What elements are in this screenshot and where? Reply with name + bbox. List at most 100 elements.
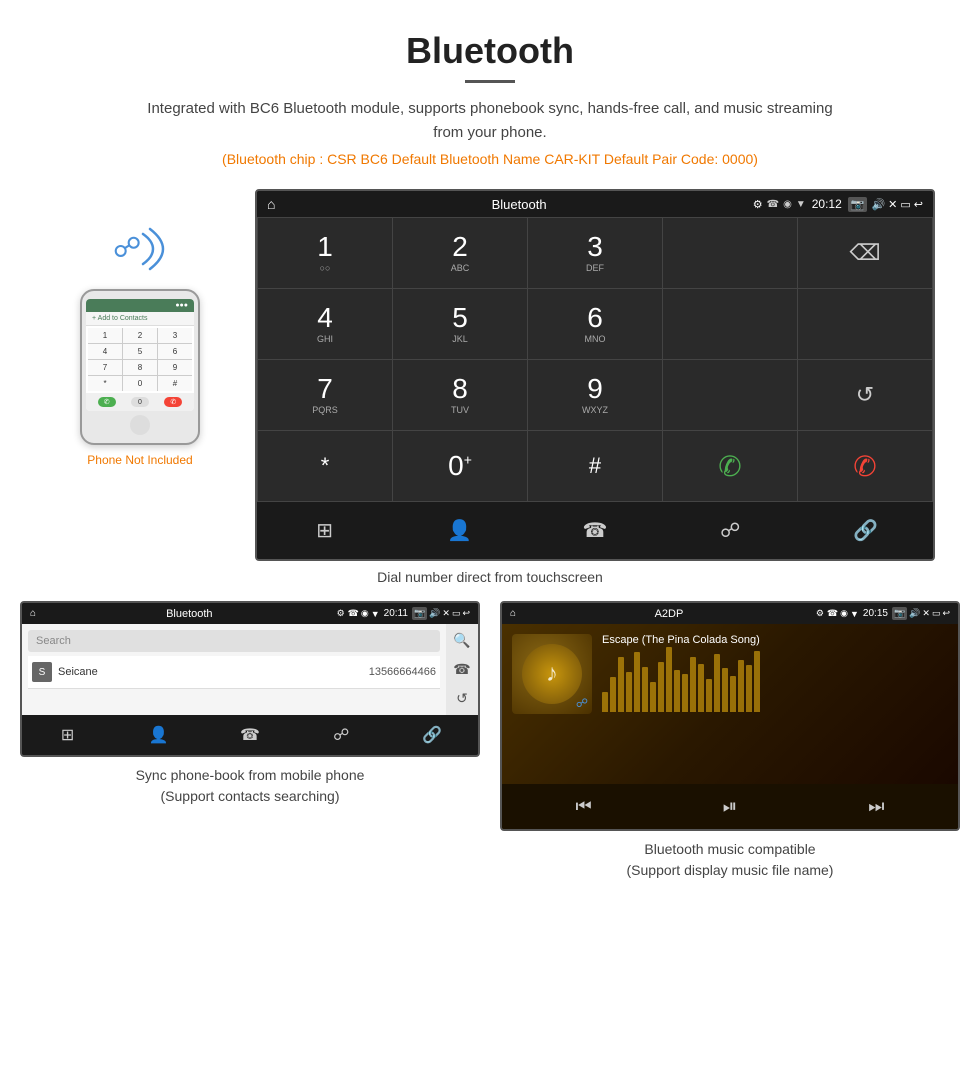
phone-key: 7	[88, 360, 122, 375]
music-prev-button[interactable]: ⏮	[564, 792, 604, 821]
dial-bottom-bar: ⊞ 👤 ☎ ☍ 🔗	[257, 502, 933, 559]
dial-key-empty-2	[663, 289, 797, 359]
dial-key-star[interactable]: *	[258, 431, 392, 501]
dial-key-9[interactable]: 9 WXYZ	[528, 360, 662, 430]
pb-cam-icon[interactable]: 📷	[412, 607, 427, 620]
link-icon[interactable]: 🔗	[798, 510, 933, 551]
main-content: ☍ ●●● + Add to Contacts 1 2 3 4 5 6 7 8	[0, 189, 980, 561]
phonebook-caption: Sync phone-book from mobile phone (Suppo…	[136, 765, 365, 807]
music-back-icon[interactable]: ↩	[942, 608, 950, 619]
music-wifi-icon: ▼	[850, 609, 859, 619]
pb-link-icon[interactable]: 🔗	[387, 721, 478, 749]
phone-screen: ●●● + Add to Contacts 1 2 3 4 5 6 7 8 9 …	[86, 299, 194, 411]
pb-home-icon[interactable]: ⌂	[30, 608, 36, 619]
pb-bottom-bar: ⊞ 👤 ☎ ☍ 🔗	[22, 715, 478, 755]
dial-key-4[interactable]: 4 GHI	[258, 289, 392, 359]
phone-add-contact: + Add to Contacts	[86, 312, 194, 326]
contacts-icon[interactable]: 👤	[392, 510, 527, 551]
music-app-title: A2DP	[522, 608, 816, 620]
bluetooth-specs: (Bluetooth chip : CSR BC6 Default Blueto…	[20, 151, 960, 167]
pb-time: 20:11	[384, 608, 408, 619]
gps-icon: ◉	[783, 199, 792, 210]
dial-key-delete[interactable]: ⌫	[798, 218, 932, 288]
dial-key-hash[interactable]: #	[528, 431, 662, 501]
music-next-button[interactable]: ⏭	[856, 792, 896, 821]
phone-keypad: 1 2 3 4 5 6 7 8 9 * 0 #	[88, 328, 192, 391]
eq-bar	[682, 674, 688, 712]
pb-contact-name: Seicane	[58, 666, 369, 678]
pb-grid-icon[interactable]: ⊞	[22, 721, 113, 749]
pb-wifi-icon: ▼	[371, 609, 380, 619]
eq-bar	[658, 662, 664, 712]
music-x-icon[interactable]: ✕	[922, 608, 930, 619]
reload-side-icon[interactable]: ↺	[456, 690, 468, 707]
eq-bar	[602, 692, 608, 712]
title-underline	[465, 80, 515, 83]
search-side-icon[interactable]: 🔍	[453, 632, 470, 649]
music-win-icon[interactable]: ▭	[932, 608, 941, 619]
dial-key-empty-4	[663, 360, 797, 430]
dial-key-7[interactable]: 7 PQRS	[258, 360, 392, 430]
phone-key: 2	[123, 328, 157, 343]
music-vol-icon[interactable]: 🔊	[909, 608, 920, 619]
pb-win-icon[interactable]: ▭	[452, 608, 461, 619]
pb-main-content: Search S Seicane 13566664466	[22, 624, 446, 715]
window-icon[interactable]: ▭	[900, 198, 910, 211]
music-gps-icon: ◉	[840, 608, 848, 619]
music-cam-icon[interactable]: 📷	[892, 607, 907, 620]
page-description: Integrated with BC6 Bluetooth module, su…	[140, 97, 840, 145]
dial-key-reload[interactable]: ↺	[798, 360, 932, 430]
eq-bar	[730, 676, 736, 712]
music-home-icon[interactable]: ⌂	[510, 608, 516, 619]
bluetooth-icon[interactable]: ☍	[663, 510, 798, 551]
phone-icon[interactable]: ☎	[527, 510, 662, 551]
pb-phone-icon[interactable]: ☎	[204, 721, 295, 749]
pb-side-icons: 🔍 ☎ ↺	[446, 624, 478, 715]
phone-side-icon[interactable]: ☎	[453, 661, 470, 678]
music-controls: ⏮ ⏯ ⏭	[502, 784, 958, 829]
music-bt-overlay-icon: ☍	[576, 696, 588, 710]
phone-key: 8	[123, 360, 157, 375]
camera-icon[interactable]: 📷	[848, 197, 868, 212]
music-screenshot-container: ⌂ A2DP ⚙ ☎ ◉ ▼ 20:15 📷 🔊 ✕ ▭ ↩ ♪ ☍	[500, 601, 960, 881]
back-icon[interactable]: ↩	[914, 198, 923, 211]
eq-bar	[642, 667, 648, 712]
grid-icon[interactable]: ⊞	[257, 510, 392, 551]
music-album-art: ♪ ☍	[512, 634, 592, 714]
dial-key-call-red[interactable]: ✆	[798, 431, 932, 501]
phone-key: 9	[158, 360, 192, 375]
close-icon[interactable]: ✕	[888, 198, 897, 211]
pb-contacts-icon[interactable]: 👤	[113, 721, 204, 749]
dial-key-6[interactable]: 6 MNO	[528, 289, 662, 359]
home-icon[interactable]: ⌂	[267, 196, 275, 212]
eq-bar	[746, 665, 752, 712]
dial-key-0[interactable]: 0+	[393, 431, 527, 501]
phone-key: 3	[158, 328, 192, 343]
dial-key-3[interactable]: 3 DEF	[528, 218, 662, 288]
dial-key-8[interactable]: 8 TUV	[393, 360, 527, 430]
pb-statusbar: ⌂ Bluetooth ⚙ ☎ ◉ ▼ 20:11 📷 🔊 ✕ ▭ ↩	[22, 603, 478, 624]
music-play-pause-button[interactable]: ⏯	[711, 792, 749, 821]
dial-key-5[interactable]: 5 JKL	[393, 289, 527, 359]
pb-vol-icon[interactable]: 🔊	[429, 608, 440, 619]
volume-icon[interactable]: 🔊	[871, 198, 885, 211]
dial-key-1[interactable]: 1 ○○	[258, 218, 392, 288]
music-song-title: Escape (The Pina Colada Song)	[602, 634, 948, 646]
wifi-icon: ▼	[796, 199, 806, 210]
pb-bt-bottom-icon[interactable]: ☍	[296, 721, 387, 749]
pb-usb-icon: ⚙	[337, 608, 345, 619]
pb-x-icon[interactable]: ✕	[442, 608, 450, 619]
music-note-icon: ♪	[546, 660, 558, 688]
dial-key-call-green[interactable]: ✆	[663, 431, 797, 501]
pb-title: Bluetooth	[42, 608, 337, 620]
phone-screen-top: ●●●	[86, 299, 194, 312]
eq-bar	[754, 651, 760, 712]
pb-gps-icon: ◉	[361, 608, 369, 619]
music-bt-icon: ☎	[827, 608, 838, 619]
dial-key-2[interactable]: 2 ABC	[393, 218, 527, 288]
pb-search-field[interactable]: Search	[28, 630, 440, 652]
phone-illustration: ☍ ●●● + Add to Contacts 1 2 3 4 5 6 7 8	[45, 189, 235, 467]
phone-red-button: ✆	[164, 397, 182, 407]
pb-back-icon[interactable]: ↩	[462, 608, 470, 619]
phone-key: 0	[123, 376, 157, 391]
